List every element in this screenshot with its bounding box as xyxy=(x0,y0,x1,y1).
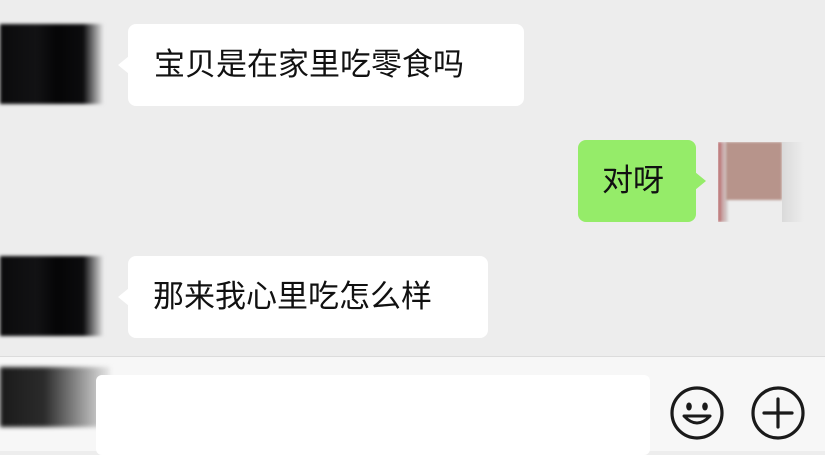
emoji-icon xyxy=(669,385,725,441)
chat-input-bar xyxy=(0,356,825,455)
avatar-image xyxy=(726,142,782,200)
more-button[interactable] xyxy=(750,385,806,441)
contact-avatar[interactable] xyxy=(0,256,104,336)
incoming-message-bubble[interactable]: 那来我心里吃怎么样 xyxy=(118,256,488,338)
message-text: 宝贝是在家里吃零食吗 xyxy=(154,47,464,83)
outgoing-message-bubble[interactable]: 对呀 xyxy=(578,140,706,222)
emoji-button[interactable] xyxy=(669,385,725,441)
incoming-message-bubble[interactable]: 宝贝是在家里吃零食吗 xyxy=(118,24,524,106)
contact-avatar[interactable] xyxy=(0,24,104,104)
message-text: 那来我心里吃怎么样 xyxy=(153,279,432,315)
plus-icon xyxy=(750,385,806,441)
message-text: 对呀 xyxy=(602,163,664,199)
self-avatar[interactable] xyxy=(718,142,804,222)
voice-toggle-button[interactable] xyxy=(0,367,110,427)
avatar-fade xyxy=(782,142,804,222)
message-input[interactable] xyxy=(96,375,650,455)
chat-message-list[interactable]: 宝贝是在家里吃零食吗 对呀 那来我心里吃怎么样 xyxy=(0,0,825,356)
